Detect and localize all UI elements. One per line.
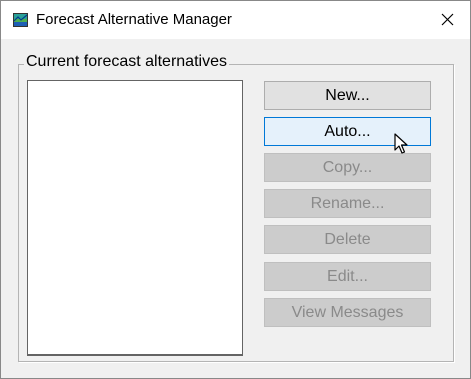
view-messages-button[interactable]: View Messages xyxy=(264,298,431,327)
edit-button[interactable]: Edit... xyxy=(264,262,431,291)
forecast-app-icon xyxy=(13,13,28,27)
rename-button[interactable]: Rename... xyxy=(264,189,431,218)
window-title: Forecast Alternative Manager xyxy=(36,11,232,28)
forecast-alternative-manager-dialog: Forecast Alternative Manager Current for… xyxy=(0,0,471,379)
alternatives-listbox[interactable] xyxy=(27,80,243,356)
group-label: Current forecast alternatives xyxy=(24,53,229,71)
new-button[interactable]: New... xyxy=(264,81,431,110)
title-bar[interactable]: Forecast Alternative Manager xyxy=(1,1,470,39)
close-icon xyxy=(441,13,454,26)
mouse-pointer-icon xyxy=(394,133,408,154)
close-button[interactable] xyxy=(424,1,470,39)
delete-button[interactable]: Delete xyxy=(264,225,431,254)
copy-button[interactable]: Copy... xyxy=(264,153,431,182)
